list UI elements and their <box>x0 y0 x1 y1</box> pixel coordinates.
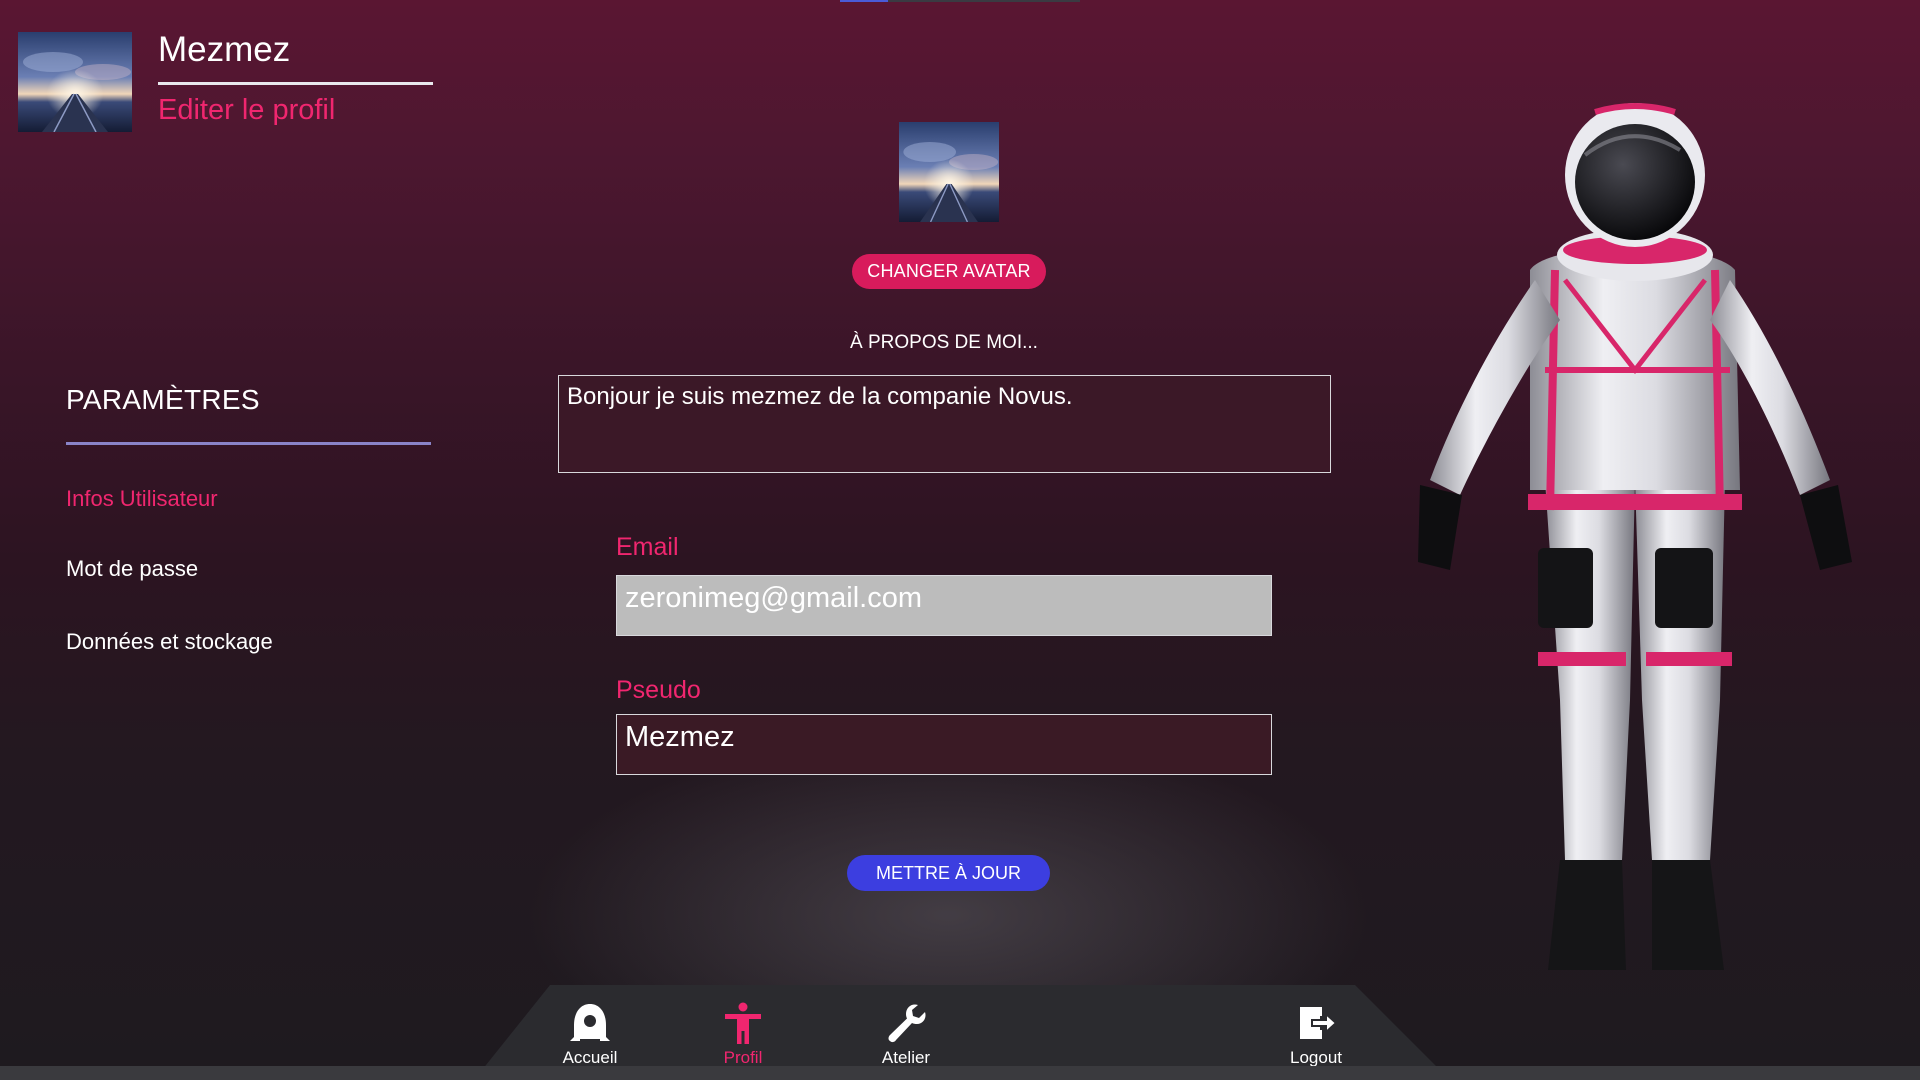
nav-label-atelier: Atelier <box>881 1048 931 1067</box>
person-icon <box>720 1000 766 1046</box>
astronaut-illustration <box>1418 103 1852 970</box>
sidebar-item-user-info[interactable]: Infos Utilisateur <box>66 486 218 512</box>
logout-icon <box>1293 1000 1339 1046</box>
nav-item-profil[interactable]: Profil <box>688 1000 798 1072</box>
nav-label-accueil: Accueil <box>562 1048 618 1067</box>
update-button[interactable]: METTRE À JOUR <box>847 855 1050 891</box>
sidebar-item-password[interactable]: Mot de passe <box>66 556 198 582</box>
header-username: Mezmez <box>158 30 291 69</box>
pseudo-field[interactable]: Mezmez <box>616 714 1272 775</box>
nav-item-atelier[interactable]: Atelier <box>851 1000 961 1072</box>
top-tab-indicator <box>840 0 888 2</box>
rocket-icon <box>567 1000 613 1046</box>
settings-title: PARAMÈTRES <box>66 384 260 415</box>
header-divider <box>158 82 433 85</box>
nav-item-logout[interactable]: Logout <box>1261 1000 1371 1072</box>
pseudo-label: Pseudo <box>616 676 701 704</box>
email-field[interactable]: zeronimeg@gmail.com <box>616 575 1272 636</box>
header-avatar[interactable] <box>18 32 132 132</box>
avatar-image <box>18 32 132 132</box>
edit-profile-link[interactable]: Editer le profil <box>158 94 335 127</box>
astronaut-model <box>1390 100 1870 990</box>
change-avatar-button[interactable]: CHANGER AVATAR <box>852 254 1046 289</box>
sidebar-item-data-storage[interactable]: Données et stockage <box>66 629 273 655</box>
avatar-image <box>899 122 999 222</box>
nav-label-logout: Logout <box>1290 1048 1342 1067</box>
about-me-textarea[interactable]: Bonjour je suis mezmez de la companie No… <box>558 375 1331 473</box>
nav-item-accueil[interactable]: Accueil <box>535 1000 645 1072</box>
email-label: Email <box>616 533 679 561</box>
wrench-icon <box>883 1000 929 1046</box>
settings-divider <box>66 442 431 445</box>
bottom-strip <box>0 1066 1920 1080</box>
nav-label-profil: Profil <box>723 1048 763 1067</box>
profile-avatar[interactable] <box>899 122 999 222</box>
